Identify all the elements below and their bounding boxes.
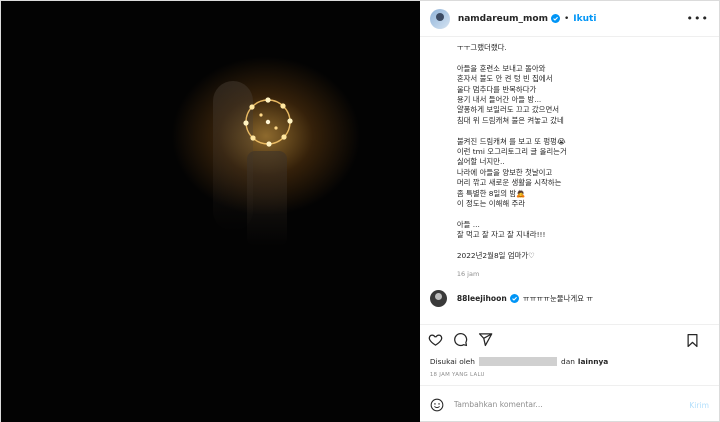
- blurred-username: [479, 356, 557, 366]
- author-avatar[interactable]: [429, 8, 450, 29]
- instagram-post: namdareum_mom • Ikuti ••• ㅜㅜ그랬더랬다. 아들을 훈…: [0, 0, 720, 422]
- post-header: namdareum_mom • Ikuti •••: [419, 1, 719, 37]
- post-photo[interactable]: [1, 1, 420, 422]
- dreamcatcher-feathers: [247, 151, 287, 246]
- dreamcatcher-lights: [243, 97, 293, 147]
- caption-time[interactable]: 16 jam: [430, 270, 709, 278]
- comments-section: ㅜㅜ그랬더랬다. 아들을 훈련소 보내고 돌아와 혼자서 불도 안 켠 텅 빈 …: [420, 37, 719, 324]
- commenter-avatar[interactable]: [429, 289, 447, 307]
- liked-by-and: dan: [561, 356, 575, 366]
- verified-badge-icon: [509, 293, 519, 303]
- liked-by-prefix: Disukai oleh: [429, 356, 475, 366]
- action-bar: [419, 324, 719, 354]
- add-comment-bar: Kirim: [419, 385, 719, 422]
- header-separator: •: [563, 13, 570, 24]
- comment-bubble-icon[interactable]: [453, 332, 469, 348]
- comment-text: ㅠㅠㅠㅠ눈물나게요 ㅠ: [522, 293, 594, 303]
- follow-button[interactable]: Ikuti: [573, 14, 596, 24]
- post-sidebar: namdareum_mom • Ikuti ••• ㅜㅜ그랬더랬다. 아들을 훈…: [419, 1, 719, 422]
- author-username[interactable]: namdareum_mom: [458, 14, 548, 24]
- bookmark-save-icon[interactable]: [684, 332, 700, 348]
- liked-by-others-link[interactable]: lainnya: [578, 357, 608, 366]
- share-send-icon[interactable]: [478, 332, 494, 348]
- post-caption: ㅜㅜ그랬더랬다. 아들을 훈련소 보내고 돌아와 혼자서 불도 안 켠 텅 빈 …: [456, 43, 567, 261]
- comment-input[interactable]: [453, 400, 654, 409]
- commenter-username[interactable]: 88leejihoon: [457, 294, 507, 303]
- comment-item: 88leejihoon ㅠㅠㅠㅠ눈물나게요 ㅠ: [429, 289, 709, 307]
- post-timestamp[interactable]: 18 JAM YANG LALU: [420, 368, 719, 382]
- emoji-icon[interactable]: [430, 398, 444, 412]
- liked-by-line: Disukai oleh dan lainnya: [420, 354, 719, 368]
- next-comment-partial: [430, 315, 709, 321]
- verified-badge-icon: [550, 14, 560, 23]
- post-comment-button[interactable]: Kirim: [689, 401, 709, 410]
- more-options-icon[interactable]: •••: [687, 12, 709, 25]
- like-heart-icon[interactable]: [428, 332, 444, 348]
